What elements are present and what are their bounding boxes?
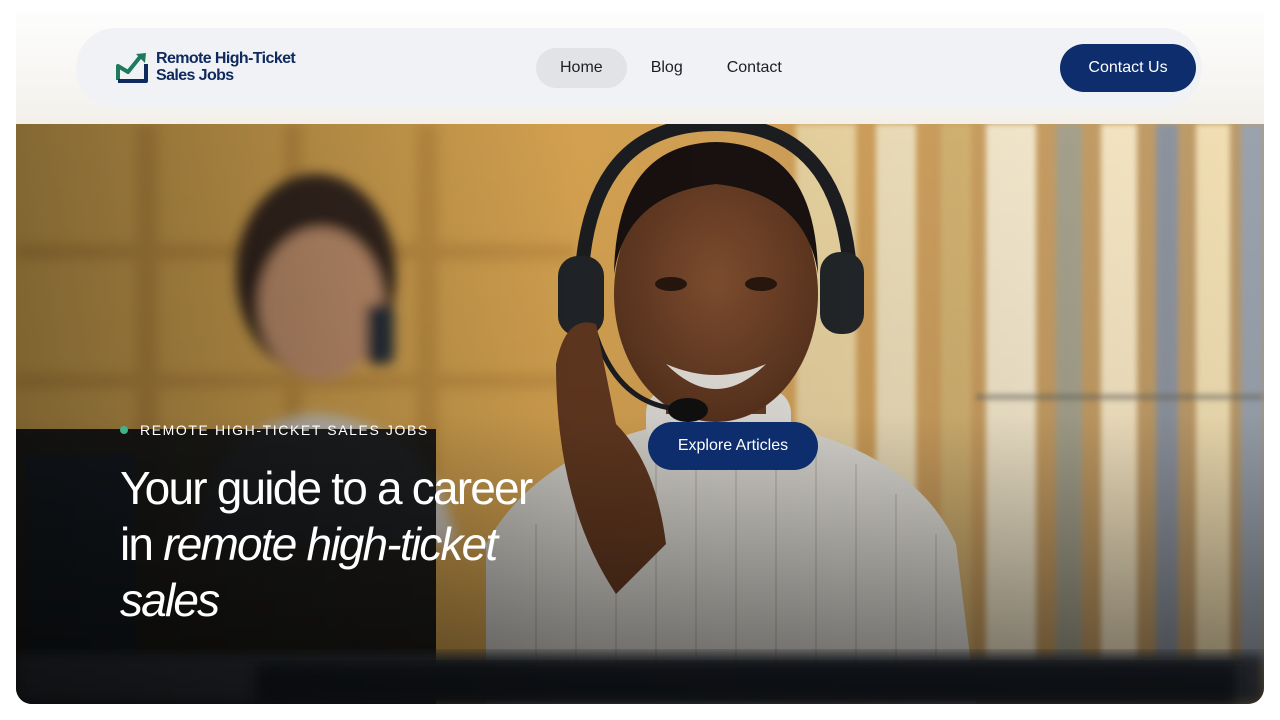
hero-headline: Your guide to a career in remote high-ti… <box>120 460 640 628</box>
headline-em1: remote high-ticket <box>163 518 498 570</box>
headline-em2: sales <box>120 574 220 626</box>
headline-line1: Your guide to a career <box>120 462 533 514</box>
trend-chart-icon <box>116 53 148 83</box>
contact-us-button[interactable]: Contact Us <box>1060 44 1196 92</box>
hero-kicker: REMOTE HIGH-TICKET SALES JOBS <box>120 422 429 438</box>
nav-home[interactable]: Home <box>536 48 627 88</box>
site-name-line2: Sales Jobs <box>156 67 234 84</box>
site-name-line1: Remote High-Ticket <box>156 50 296 67</box>
site-logo[interactable]: Remote High-Ticket Sales Jobs <box>115 50 306 84</box>
explore-articles-button[interactable]: Explore Articles <box>648 422 818 470</box>
kicker-dot-icon <box>120 426 128 434</box>
headline-in: in <box>120 518 164 570</box>
nav-contact[interactable]: Contact <box>703 48 806 88</box>
main-nav: Home Blog Contact <box>536 48 806 88</box>
hero-section: REMOTE HIGH-TICKET SALES JOBS Your guide… <box>16 124 1264 704</box>
nav-blog[interactable]: Blog <box>627 48 703 88</box>
hero-kicker-text: REMOTE HIGH-TICKET SALES JOBS <box>140 422 429 438</box>
site-name: Remote High-Ticket Sales Jobs <box>156 50 306 84</box>
